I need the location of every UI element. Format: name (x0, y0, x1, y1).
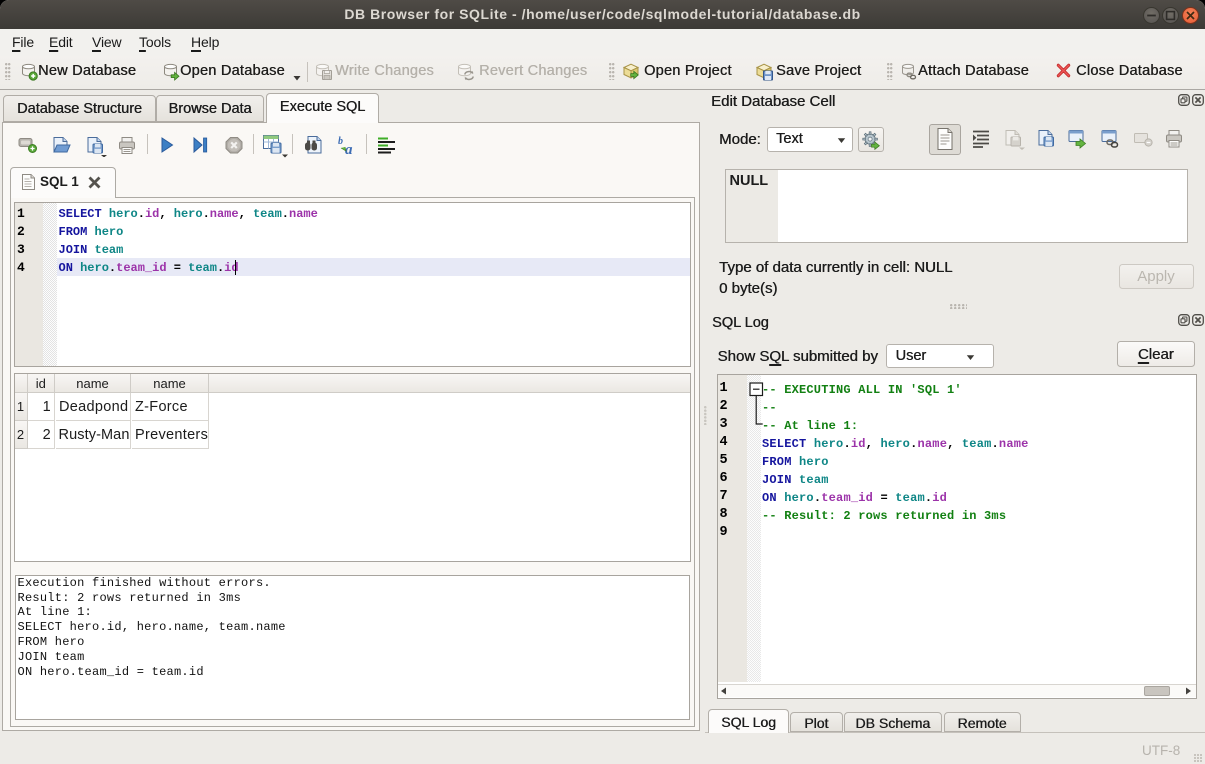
svg-text:b: b (338, 136, 343, 147)
svg-text:a: a (345, 142, 353, 156)
